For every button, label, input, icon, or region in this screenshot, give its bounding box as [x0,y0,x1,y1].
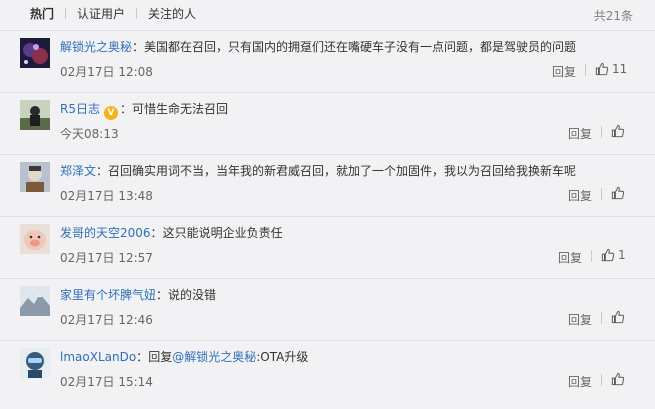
comment-panel: 热门 认证用户 关注的人 共21条 解锁光之奥秘：美国都在召回，只有国内的拥趸们… [0,0,655,409]
action-divider [601,312,602,324]
thumbs-up-icon [595,62,609,76]
comment-text: 这只能说明企业负责任 [162,226,283,240]
reply-button[interactable]: 回复 [568,125,592,142]
reply-button[interactable]: 回复 [558,249,582,266]
thumbs-up-icon [611,186,625,200]
comment-item: R5日志 V ：可惜生命无法召回 今天08:13 回复 [0,92,655,155]
comment-time: 02月17日 13:48 [60,189,153,203]
comment-item: lmaoXLanDo：回复@解锁光之奥秘:OTA升级 02月17日 15:14 … [0,340,655,403]
thumbs-up-icon [611,310,625,324]
comment-text: 说的没错 [168,288,217,302]
comment-username[interactable]: R5日志 [60,102,100,116]
comment-item: 郑泽文：召回确实用词不当，当年我的新君威召回，就加了一个加固件，我以为召回给我换… [0,154,655,217]
like-button[interactable]: 11 [595,60,627,78]
tab-following[interactable]: 关注的人 [148,5,196,22]
reply-button[interactable]: 回复 [568,311,592,328]
tab-hot[interactable]: 热门 [30,5,54,22]
reply-button[interactable]: 回复 [568,373,592,390]
avatar[interactable] [20,224,50,254]
avatar[interactable] [20,38,50,68]
comment-time: 02月17日 12:08 [60,65,153,79]
comment-time: 今天08:13 [60,127,119,141]
comment-text: :OTA升级 [256,350,309,364]
avatar[interactable] [20,286,50,316]
like-button[interactable] [611,122,628,140]
comment-time: 02月17日 12:57 [60,251,153,265]
comment-filter-tabs: 热门 认证用户 关注的人 [0,0,655,27]
comment-username[interactable]: 解锁光之奥秘 [60,40,132,54]
comment-username[interactable]: 郑泽文 [60,164,96,178]
tab-verified-users[interactable]: 认证用户 [77,5,125,22]
action-divider [601,374,602,386]
reply-button[interactable]: 回复 [568,187,592,204]
thumbs-up-icon [611,124,625,138]
reply-button[interactable]: 回复 [552,63,576,80]
like-count: 1 [618,248,626,262]
comment-item: 发哥的天空2006：这只能说明企业负责任 02月17日 12:57 回复 1 [0,216,655,279]
comment-time: 02月17日 12:46 [60,313,153,327]
comment-username[interactable]: 家里有个坏脾气妞 [60,288,156,302]
comment-item: 解锁光之奥秘：美国都在召回，只有国内的拥趸们还在嘴硬车子没有一点问题，都是驾驶员… [0,30,655,93]
tab-divider [136,8,138,19]
like-button[interactable] [611,370,628,388]
action-divider [601,188,602,200]
verified-badge-icon: V [103,106,118,120]
comment-text: 可惜生命无法召回 [132,102,229,116]
tab-divider [65,8,67,19]
avatar[interactable] [20,162,50,192]
like-count: 11 [612,62,628,76]
like-button[interactable] [611,308,628,326]
comment-item: 家里有个坏脾气妞：说的没错 02月17日 12:46 回复 [0,278,655,341]
comment-text-prefix: 回复 [148,350,173,364]
comment-time: 02月17日 15:14 [60,375,153,389]
like-button[interactable] [611,184,628,202]
thumbs-up-icon [611,372,625,386]
comment-text: 召回确实用词不当，当年我的新君威召回，就加了一个加固件，我以为召回给我换新车呢 [108,164,577,178]
like-button[interactable]: 1 [601,246,626,264]
avatar[interactable] [20,100,50,130]
comment-username[interactable]: 发哥的天空2006 [60,226,151,240]
comment-text: 美国都在召回，只有国内的拥趸们还在嘴硬车子没有一点问题，都是驾驶员的问题 [144,40,577,54]
comment-username[interactable]: lmaoXLanDo [60,350,136,364]
avatar[interactable] [20,348,50,378]
action-divider [585,64,586,76]
thumbs-up-icon [601,248,615,262]
comment-total-count: 共21条 [593,9,633,23]
action-divider [591,250,592,262]
action-divider [601,126,602,138]
mention-link[interactable]: @解锁光之奥秘 [172,350,256,364]
